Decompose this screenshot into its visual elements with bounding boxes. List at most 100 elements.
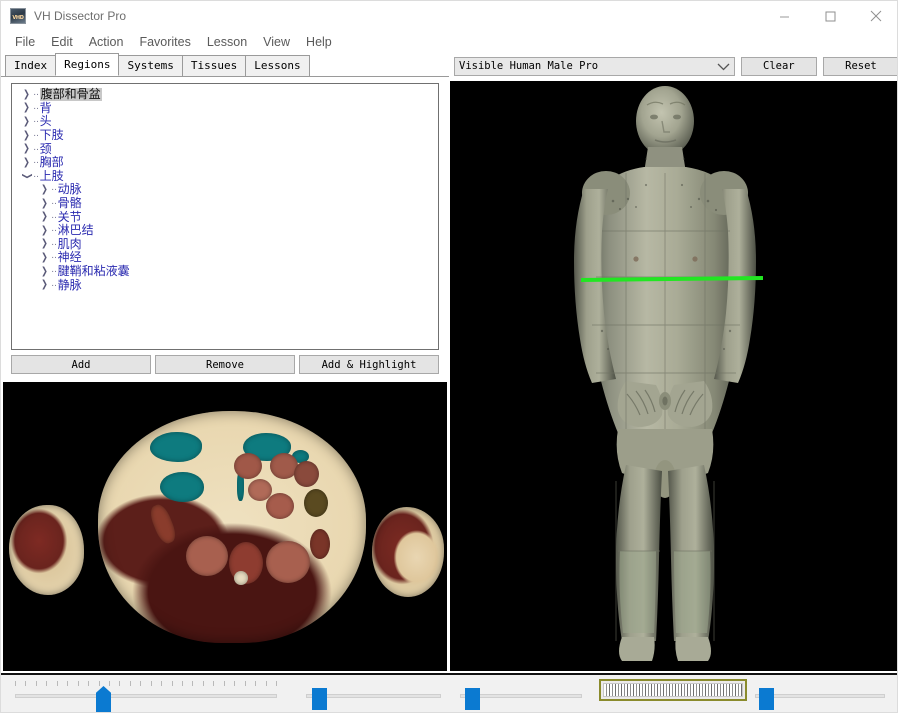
slider-tick: [25, 681, 27, 686]
slice-right-limb: [372, 507, 444, 597]
chevron-down-icon[interactable]: ❯: [22, 171, 33, 181]
slider-thumb[interactable]: [465, 688, 480, 710]
tree-action-buttons: Add Remove Add & Highlight: [11, 355, 439, 374]
tree-node-connector: ··: [33, 116, 39, 128]
organ-structure: [234, 571, 248, 585]
zoom-slider[interactable]: [306, 680, 441, 710]
menu-item-help[interactable]: Help: [298, 33, 340, 51]
chevron-right-icon[interactable]: ❯: [21, 116, 31, 127]
tree-node-connector: ··: [51, 266, 57, 278]
tree-node[interactable]: ❯ ·· 关节: [12, 210, 438, 224]
tab-tissues[interactable]: Tissues: [181, 55, 247, 76]
chevron-right-icon[interactable]: ❯: [39, 212, 49, 222]
slider-tick: [77, 681, 79, 686]
chevron-right-icon[interactable]: ❯: [39, 184, 49, 195]
highlight-structure: [150, 432, 202, 462]
menu-item-view[interactable]: View: [255, 33, 298, 51]
slider-tick: [223, 681, 225, 686]
chevron-right-icon[interactable]: ❯: [39, 198, 49, 209]
menu-bar: File Edit Action Favorites Lesson View H…: [1, 31, 897, 53]
menu-item-file[interactable]: File: [7, 33, 43, 51]
tree-node[interactable]: ❯ ·· 背: [12, 101, 438, 116]
tree-node[interactable]: ❯ ·· 静脉: [12, 278, 438, 292]
tab-regions[interactable]: Regions: [55, 53, 120, 76]
tree-node[interactable]: ❯ ·· 神经: [12, 251, 438, 265]
title-bar: VH Dissector Pro: [1, 1, 897, 31]
organ-structure: [310, 529, 330, 559]
dataset-select[interactable]: Visible Human Male Pro: [454, 56, 735, 76]
slider-tick: [150, 681, 152, 686]
depth-range-stripes: [603, 683, 743, 697]
organ-structure: [266, 493, 294, 519]
tree-node[interactable]: ❯ ·· 肌肉: [12, 237, 438, 252]
app-icon: [10, 8, 26, 24]
menu-item-favorites[interactable]: Favorites: [131, 33, 198, 51]
tree-node-connector: ··: [51, 184, 57, 196]
tree-node[interactable]: ❯ ·· 腹部和骨盆: [12, 88, 438, 102]
tree-node[interactable]: ❯ ·· 淋巴结: [12, 224, 438, 238]
close-icon[interactable]: [853, 1, 897, 31]
tree-node[interactable]: ❯ ·· 头: [12, 115, 438, 129]
add-and-highlight-button[interactable]: Add & Highlight: [299, 355, 439, 374]
tree-node-label: 静脉: [57, 277, 82, 292]
tree-node-label: 动脉: [57, 182, 82, 197]
slider-tick: [56, 681, 58, 686]
organ-structure: [266, 541, 310, 583]
chevron-right-icon[interactable]: ❯: [39, 266, 49, 277]
slider-tick: [234, 681, 236, 686]
slider-thumb[interactable]: [96, 686, 111, 712]
axial-cross-section-viewer[interactable]: [3, 382, 447, 671]
tree-node[interactable]: ❯ ·· 腱鞘和粘液囊: [12, 265, 438, 279]
slider-tick: [35, 681, 37, 686]
tree-node-connector: ··: [33, 143, 39, 155]
slider-tick: [98, 681, 100, 686]
remove-button[interactable]: Remove: [155, 355, 295, 374]
tree-node[interactable]: ❯ ·· 动脉: [12, 183, 438, 197]
chevron-right-icon[interactable]: ❯: [21, 103, 31, 113]
menu-item-edit[interactable]: Edit: [43, 33, 81, 51]
menu-item-action[interactable]: Action: [81, 33, 132, 51]
tree-node[interactable]: ❯ ·· 胸部: [12, 156, 438, 170]
tree-node-connector: ··: [51, 279, 57, 291]
tree-node-label: 腹部和骨盆: [39, 87, 102, 102]
slider-tick: [88, 681, 90, 686]
tree-node-connector: ··: [33, 157, 39, 169]
chevron-right-icon[interactable]: ❯: [39, 225, 49, 236]
menu-item-lesson[interactable]: Lesson: [199, 33, 255, 51]
slider-track[interactable]: [15, 694, 277, 698]
minimize-icon[interactable]: [761, 1, 807, 31]
tree-node-label: 头: [39, 114, 52, 129]
chevron-right-icon[interactable]: ❯: [39, 280, 49, 290]
tree-node-connector: ··: [51, 198, 57, 210]
tree-node-connector: ··: [33, 170, 39, 182]
chevron-right-icon[interactable]: ❯: [39, 239, 49, 249]
opacity-slider[interactable]: [755, 680, 885, 710]
reset-button[interactable]: Reset: [822, 56, 897, 76]
tree-node-label: 上肢: [39, 168, 64, 183]
tree-node[interactable]: ❯ ·· 骨骼: [12, 197, 438, 211]
chevron-right-icon[interactable]: ❯: [39, 252, 49, 263]
organ-structure: [294, 461, 319, 487]
tree-node[interactable]: ❯ ·· 下肢: [12, 129, 438, 143]
slider-thumb[interactable]: [759, 688, 774, 710]
tab-systems[interactable]: Systems: [118, 55, 183, 76]
maximize-icon[interactable]: [807, 1, 853, 31]
regions-tree[interactable]: ❯ ·· 腹部和骨盆 ❯ ·· 背 ❯ ·· 头 ❯ ·· 下肢 ❯ ·· 颈 ❯ ·· 胸部 ❯ ·· 上肢 ❯ ·· 动脉…: [11, 83, 439, 350]
add-button[interactable]: Add: [11, 355, 151, 374]
chevron-right-icon[interactable]: ❯: [21, 144, 31, 154]
clear-button[interactable]: Clear: [740, 56, 817, 76]
3d-body-model-viewer[interactable]: [450, 81, 897, 671]
tab-lessons[interactable]: Lessons: [245, 55, 310, 76]
tab-index[interactable]: Index: [5, 55, 57, 76]
chevron-right-icon[interactable]: ❯: [21, 130, 31, 141]
rotation-slider[interactable]: [460, 680, 582, 710]
chevron-right-icon[interactable]: ❯: [21, 157, 31, 168]
slider-thumb[interactable]: [312, 688, 327, 710]
slice-position-slider[interactable]: [15, 680, 277, 712]
slice-abdomen: [98, 411, 366, 643]
depth-range-control[interactable]: [599, 679, 747, 701]
chevron-right-icon[interactable]: ❯: [21, 89, 31, 100]
slider-track[interactable]: [755, 694, 885, 698]
tree-node-label: 关节: [57, 209, 82, 224]
tree-node[interactable]: ❯ ·· 颈: [12, 142, 438, 156]
